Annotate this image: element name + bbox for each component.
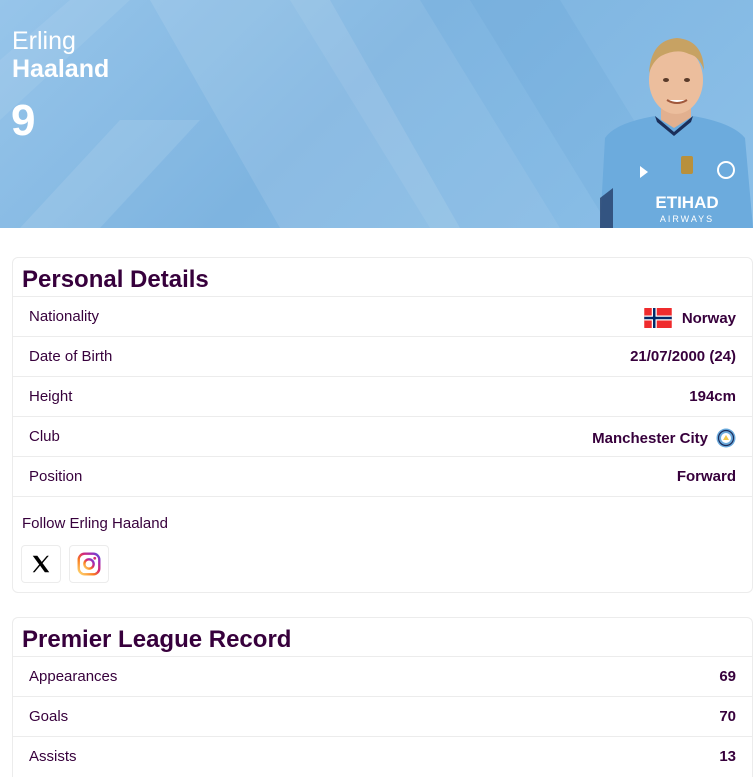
detail-row-height: Height 194cm — [13, 376, 752, 416]
record-label: Appearances — [29, 668, 118, 685]
premier-league-record-title: Premier League Record — [22, 626, 292, 653]
personal-details-card: Personal Details Nationality Norway Date… — [12, 257, 753, 593]
follow-label: Follow Erling Haaland — [22, 515, 168, 532]
detail-label: Nationality — [29, 308, 100, 325]
x-social-button[interactable] — [21, 545, 61, 583]
man-city-badge-icon — [716, 428, 736, 448]
detail-row-date-of-birth: Date of Birth 21/07/2000 (24) — [13, 336, 752, 376]
record-row-assists: Assists 13 — [13, 736, 752, 776]
divider — [13, 496, 752, 497]
premier-league-record-card: Premier League Record Appearances 69 Goa… — [12, 617, 753, 777]
height-value: 194cm — [689, 388, 736, 405]
x-icon — [32, 555, 50, 573]
personal-details-title: Personal Details — [22, 266, 209, 293]
record-label: Goals — [29, 708, 69, 725]
detail-label: Date of Birth — [29, 348, 113, 365]
norway-flag-icon — [644, 308, 672, 328]
assists-value: 13 — [719, 748, 736, 765]
date-of-birth-value: 21/07/2000 (24) — [630, 348, 736, 365]
detail-row-club: Club Manchester City — [13, 416, 752, 456]
position-value: Forward — [676, 468, 736, 485]
appearances-value: 69 — [719, 668, 736, 685]
detail-value[interactable]: Manchester City — [592, 428, 736, 448]
player-photo: ETIHAD AIRWAYS — [600, 38, 753, 228]
record-row-goals: Goals 70 — [13, 696, 752, 736]
detail-row-position: Position Forward — [13, 456, 752, 496]
detail-row-nationality: Nationality Norway — [13, 296, 752, 336]
detail-label: Club — [29, 428, 60, 445]
instagram-icon — [77, 552, 101, 576]
nationality-value: Norway — [681, 309, 736, 327]
detail-label: Position — [29, 468, 83, 485]
player-first-name: Erling — [12, 27, 76, 55]
instagram-social-button[interactable] — [69, 545, 109, 583]
detail-label: Height — [29, 388, 73, 405]
shirt-number: 9 — [11, 96, 36, 145]
player-hero: Erling Haaland 9 ETIHAD AIRWAYS — [0, 0, 753, 228]
detail-value: Norway — [643, 308, 736, 328]
goals-value: 70 — [719, 708, 736, 725]
player-last-name: Haaland — [12, 55, 110, 83]
svg-text:AIRWAYS: AIRWAYS — [660, 214, 714, 224]
record-row-appearances: Appearances 69 — [13, 656, 752, 696]
club-value[interactable]: Manchester City — [592, 430, 708, 447]
svg-text:ETIHAD: ETIHAD — [655, 193, 718, 212]
record-label: Assists — [29, 748, 77, 765]
